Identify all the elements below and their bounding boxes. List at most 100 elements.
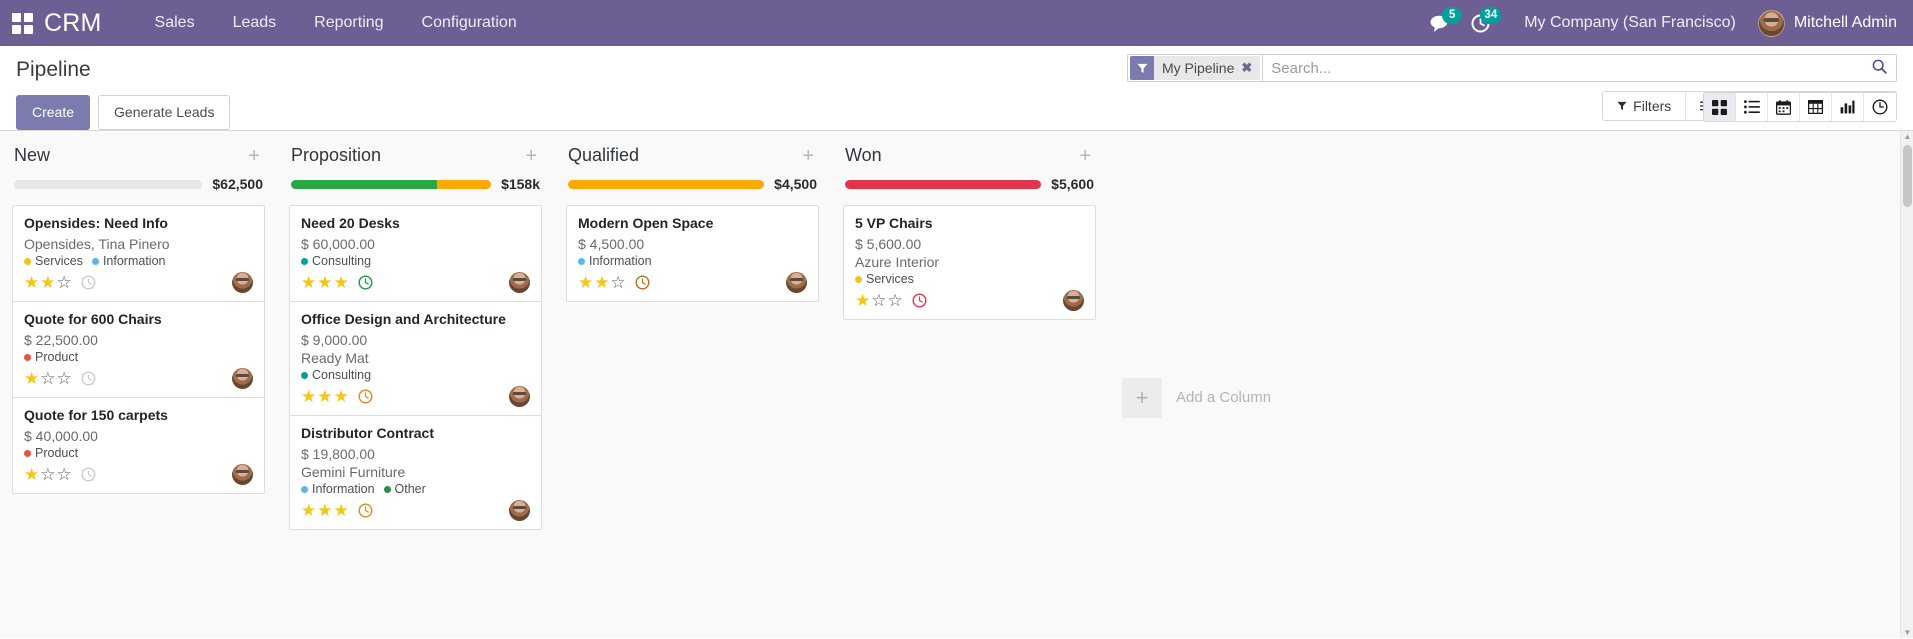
activity-clock-icon[interactable] xyxy=(635,275,650,290)
kanban-progressbar[interactable] xyxy=(14,180,202,189)
kanban-column-title[interactable]: Proposition xyxy=(291,145,381,166)
kanban-card[interactable]: Quote for 600 Chairs$ 22,500.00Product★☆… xyxy=(12,301,265,397)
view-button-pivot[interactable] xyxy=(1800,93,1832,121)
kanban-progressbar[interactable] xyxy=(291,180,491,189)
view-button-graph[interactable] xyxy=(1832,93,1864,121)
avatar[interactable] xyxy=(232,464,253,485)
menu-item-sales[interactable]: Sales xyxy=(136,0,214,46)
kanban-card-tag[interactable]: Services xyxy=(24,254,83,268)
company-switcher[interactable]: My Company (San Francisco) xyxy=(1500,14,1752,32)
star-empty-icon[interactable]: ☆ xyxy=(57,370,72,387)
star-filled-icon[interactable]: ★ xyxy=(855,292,870,309)
priority-stars[interactable]: ★★★ xyxy=(301,274,349,291)
star-filled-icon[interactable]: ★ xyxy=(301,274,316,291)
priority-stars[interactable]: ★★☆ xyxy=(578,274,626,291)
star-empty-icon[interactable]: ☆ xyxy=(611,274,626,291)
plus-icon[interactable]: + xyxy=(1122,378,1162,418)
view-button-calendar[interactable] xyxy=(1768,93,1800,121)
star-filled-icon[interactable]: ★ xyxy=(24,274,39,291)
kanban-card[interactable]: Modern Open Space$ 4,500.00Information★★… xyxy=(566,205,819,302)
app-brand-crm[interactable]: CRM xyxy=(44,9,136,38)
star-filled-icon[interactable]: ★ xyxy=(301,388,316,405)
generate-leads-button[interactable]: Generate Leads xyxy=(98,95,230,130)
avatar[interactable] xyxy=(232,272,253,293)
activity-clock-icon[interactable] xyxy=(358,275,373,290)
avatar[interactable] xyxy=(232,368,253,389)
kanban-column-title[interactable]: Qualified xyxy=(568,145,639,166)
priority-stars[interactable]: ★★★ xyxy=(301,388,349,405)
kanban-card[interactable]: Office Design and Architecture$ 9,000.00… xyxy=(289,301,542,415)
star-empty-icon[interactable]: ☆ xyxy=(57,466,72,483)
vertical-scrollbar[interactable]: ▲ ▼ xyxy=(1900,131,1913,638)
star-filled-icon[interactable]: ★ xyxy=(317,274,332,291)
star-empty-icon[interactable]: ☆ xyxy=(40,370,55,387)
menu-item-reporting[interactable]: Reporting xyxy=(295,0,402,46)
kanban-card[interactable]: Opensides: Need InfoOpensides, Tina Pine… xyxy=(12,205,265,301)
avatar[interactable] xyxy=(509,500,530,521)
activities-button[interactable]: 34 xyxy=(1461,0,1500,46)
create-button[interactable]: Create xyxy=(16,95,90,130)
apps-menu-icon[interactable] xyxy=(0,0,44,46)
priority-stars[interactable]: ★☆☆ xyxy=(24,466,72,483)
priority-stars[interactable]: ★★☆ xyxy=(24,274,72,291)
kanban-card[interactable]: 5 VP Chairs$ 5,600.00Azure InteriorServi… xyxy=(843,205,1096,320)
search-facet-my-pipeline[interactable]: My Pipeline ✖ xyxy=(1130,56,1260,80)
star-filled-icon[interactable]: ★ xyxy=(578,274,593,291)
activity-clock-icon[interactable] xyxy=(912,293,927,308)
kanban-card[interactable]: Quote for 150 carpets$ 40,000.00Product★… xyxy=(12,397,265,494)
kanban-card-tag[interactable]: Services xyxy=(855,272,914,286)
avatar[interactable] xyxy=(1063,290,1084,311)
avatar[interactable] xyxy=(509,386,530,407)
menu-item-leads[interactable]: Leads xyxy=(214,0,296,46)
activity-clock-icon[interactable] xyxy=(81,371,96,386)
star-filled-icon[interactable]: ★ xyxy=(24,466,39,483)
search-view[interactable]: My Pipeline ✖ xyxy=(1127,54,1897,82)
kanban-card-tag[interactable]: Other xyxy=(384,482,426,496)
priority-stars[interactable]: ★★★ xyxy=(301,502,349,519)
kanban-progressbar[interactable] xyxy=(568,180,764,189)
star-empty-icon[interactable]: ☆ xyxy=(888,292,903,309)
kanban-card-tag[interactable]: Information xyxy=(301,482,375,496)
search-input[interactable] xyxy=(1262,55,1863,81)
star-filled-icon[interactable]: ★ xyxy=(24,370,39,387)
star-filled-icon[interactable]: ★ xyxy=(334,388,349,405)
star-empty-icon[interactable]: ☆ xyxy=(40,466,55,483)
kanban-card-tag[interactable]: Consulting xyxy=(301,254,371,268)
star-empty-icon[interactable]: ☆ xyxy=(871,292,886,309)
kanban-card[interactable]: Need 20 Desks$ 60,000.00Consulting★★★ xyxy=(289,205,542,301)
avatar[interactable] xyxy=(786,272,807,293)
plus-icon[interactable]: + xyxy=(799,146,817,166)
activity-clock-icon[interactable] xyxy=(358,503,373,518)
star-filled-icon[interactable]: ★ xyxy=(301,502,316,519)
plus-icon[interactable]: + xyxy=(522,146,540,166)
scrollbar-thumb[interactable] xyxy=(1903,145,1912,207)
view-button-list[interactable] xyxy=(1736,93,1768,121)
menu-item-configuration[interactable]: Configuration xyxy=(403,0,536,46)
priority-stars[interactable]: ★☆☆ xyxy=(855,292,903,309)
priority-stars[interactable]: ★☆☆ xyxy=(24,370,72,387)
star-filled-icon[interactable]: ★ xyxy=(594,274,609,291)
activity-clock-icon[interactable] xyxy=(81,467,96,482)
scroll-down-arrow[interactable]: ▼ xyxy=(1903,628,1912,637)
kanban-column-title[interactable]: New xyxy=(14,145,50,166)
kanban-column-title[interactable]: Won xyxy=(845,145,882,166)
scroll-up-arrow[interactable]: ▲ xyxy=(1903,132,1912,141)
star-filled-icon[interactable]: ★ xyxy=(334,502,349,519)
kanban-card[interactable]: Distributor Contract$ 19,800.00Gemini Fu… xyxy=(289,415,542,530)
activity-clock-icon[interactable] xyxy=(81,275,96,290)
star-empty-icon[interactable]: ☆ xyxy=(57,274,72,291)
star-filled-icon[interactable]: ★ xyxy=(317,388,332,405)
kanban-card-tag[interactable]: Information xyxy=(578,254,652,268)
star-filled-icon[interactable]: ★ xyxy=(40,274,55,291)
plus-icon[interactable]: + xyxy=(245,146,263,166)
filters-dropdown[interactable]: Filters xyxy=(1603,92,1686,120)
user-menu[interactable]: Mitchell Admin xyxy=(1752,10,1897,37)
view-button-activity[interactable] xyxy=(1864,93,1896,121)
add-column[interactable]: + Add a Column xyxy=(1108,131,1271,638)
kanban-card-tag[interactable]: Consulting xyxy=(301,368,371,382)
messages-button[interactable]: 5 xyxy=(1421,0,1461,46)
avatar[interactable] xyxy=(509,272,530,293)
view-button-kanban[interactable] xyxy=(1704,93,1736,121)
kanban-card-tag[interactable]: Product xyxy=(24,350,78,364)
star-filled-icon[interactable]: ★ xyxy=(334,274,349,291)
